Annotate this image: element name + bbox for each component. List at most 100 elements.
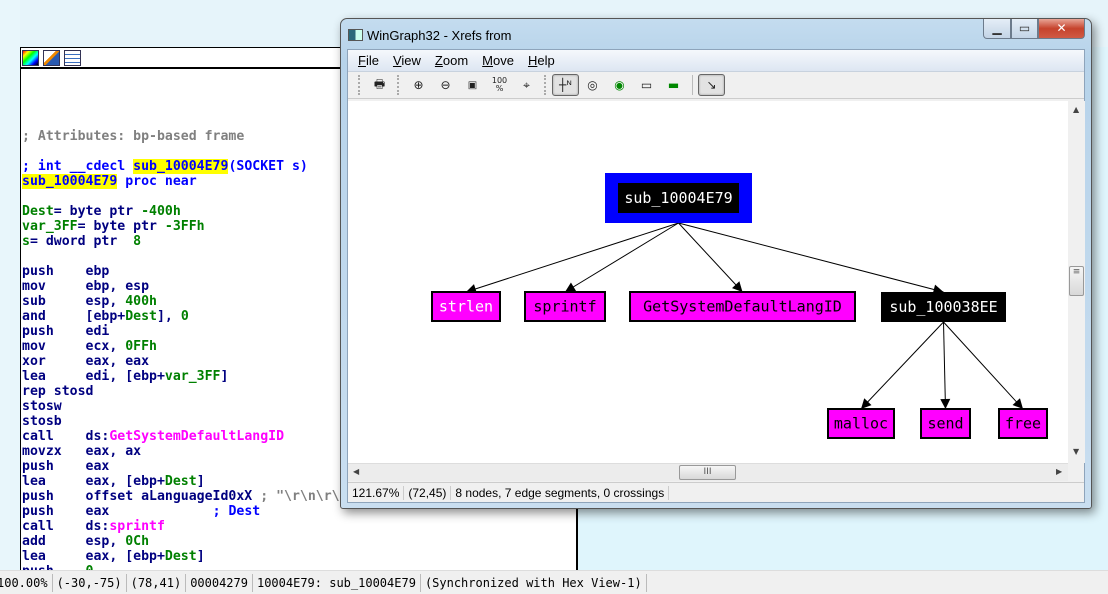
desktop-background-left	[0, 0, 20, 570]
status-cursor-coords: (78,41)	[127, 573, 187, 592]
call-graph[interactable]: sub_10004E79strlen sprintf GetSystemDefaul…	[348, 101, 1068, 463]
code-token: rep stosd	[22, 384, 94, 399]
menu-file[interactable]: File	[352, 53, 387, 68]
menu-move[interactable]: Move	[476, 53, 522, 68]
graph-zoom-level: 121.67%	[348, 485, 405, 500]
status-file-offset: 00004279	[186, 573, 253, 592]
code-token: and [ebp+	[22, 309, 126, 324]
maximize-button[interactable]: ▭	[1011, 19, 1038, 39]
graph-edge	[678, 222, 743, 293]
code-token: ]	[196, 474, 205, 489]
printer-icon[interactable]: 🖶	[366, 74, 393, 96]
status-zoom: 100.00%	[0, 573, 53, 592]
graph-node-label: free	[1005, 415, 1041, 433]
menu-view-label: iew	[401, 53, 421, 68]
zoom-in-icon[interactable]: ⊕	[405, 74, 432, 96]
wingraph-window: WinGraph32 - Xrefs from ▁ ▭ ✕ File View …	[340, 18, 1092, 509]
menu-help-mnemonic: H	[527, 53, 538, 68]
code-token: var_3FF	[22, 219, 78, 234]
horizontal-scrollbar[interactable]: ◀ III ▶	[348, 463, 1068, 481]
code-token: add esp,	[22, 534, 126, 549]
graph-node-label: GetSystemDefaultLangID	[643, 298, 842, 316]
scroll-left-arrow[interactable]: ◀	[353, 467, 359, 476]
color-palette-icon[interactable]	[22, 50, 39, 66]
code-token: var_3FF	[164, 369, 221, 384]
status-sync: (Synchronized with Hex View-1)	[421, 573, 647, 592]
graph-node-label: sub_100038EE	[889, 298, 997, 316]
graph-edge	[564, 222, 679, 293]
code-token: push eax	[22, 459, 110, 474]
graph-view-icon[interactable]	[64, 50, 81, 66]
code-token: s	[22, 234, 30, 249]
status-graph-coords: (-30,-75)	[53, 573, 127, 592]
code-token: mov ebp, esp	[22, 279, 150, 294]
menu-move-mnemonic: M	[482, 53, 494, 68]
toolbar-grip[interactable]	[544, 75, 548, 95]
edit-pencil-icon[interactable]	[43, 50, 60, 66]
menu-zoom[interactable]: Zoom	[429, 53, 476, 68]
code-token: mov ecx,	[22, 339, 126, 354]
zoom-100-icon[interactable]: 100 %	[486, 74, 513, 96]
fish-eye-green-icon[interactable]: ◉	[606, 74, 633, 96]
menu-view[interactable]: View	[387, 53, 429, 68]
edge-arrowhead	[565, 282, 577, 292]
scroll-down-arrow[interactable]: ▼	[1073, 447, 1079, 456]
code-token: 8	[133, 234, 142, 249]
code-token: proc near	[117, 174, 197, 189]
zoom-out-icon[interactable]: ⊖	[432, 74, 459, 96]
menu-bar: File View Zoom Move Help	[348, 50, 1084, 72]
graph-node-label: strlen	[439, 298, 493, 316]
follow-edge-icon[interactable]: ↘	[698, 74, 725, 96]
code-token: call ds:	[22, 519, 110, 534]
fish-eye-flat-green-icon[interactable]: ▬	[660, 74, 687, 96]
code-token: call ds:	[22, 429, 110, 444]
center-icon[interactable]: ⌖	[513, 74, 540, 96]
horizontal-scroll-thumb[interactable]: III	[679, 465, 736, 480]
graph-node-label: sprintf	[533, 298, 596, 316]
close-button[interactable]: ✕	[1038, 19, 1085, 39]
code-token: Dest	[164, 474, 197, 489]
scroll-right-arrow[interactable]: ▶	[1056, 467, 1062, 476]
minimize-button[interactable]: ▁	[983, 19, 1011, 39]
code-token: ],	[156, 309, 181, 324]
fish-eye-flat-icon[interactable]: ▭	[633, 74, 660, 96]
code-token: ]	[196, 549, 205, 564]
code-token: Dest	[22, 204, 54, 219]
menu-help[interactable]: Help	[522, 53, 563, 68]
code-token: -3FFh	[164, 219, 205, 234]
graph-canvas[interactable]: sub_10004E79 strlen sprintf GetSystemDefaul…	[348, 101, 1068, 463]
fish-eye-icon[interactable]: ◎	[579, 74, 606, 96]
code-token: lea eax, [ebp+	[22, 549, 165, 564]
fit-window-icon[interactable]: ▣	[459, 74, 486, 96]
menu-file-label: ile	[365, 53, 379, 68]
vertical-scrollbar[interactable]: ▲ ≡ ▼	[1068, 101, 1085, 463]
code-token: 0	[180, 309, 189, 324]
graph-node-label: send	[927, 415, 963, 433]
status-address: 10004E79: sub_10004E79	[253, 573, 421, 592]
code-line[interactable]: add esp, 0Ch	[22, 534, 538, 549]
graph-node-label: malloc	[834, 415, 888, 433]
code-token: push edi	[22, 324, 110, 339]
comment: ; Attributes: bp-based frame	[22, 129, 245, 144]
ida-status-bar: 100.00% (-30,-75) (78,41) 00004279 10004…	[0, 570, 1108, 594]
menu-move-label: ove	[493, 53, 514, 68]
toolbar-grip[interactable]	[397, 75, 401, 95]
menu-zoom-mnemonic: Z	[434, 53, 443, 68]
graph-edge	[943, 321, 946, 410]
code-token: push eax	[22, 504, 213, 519]
code-line[interactable]: lea eax, [ebp+Dest]	[22, 549, 538, 564]
code-token: sub esp,	[22, 294, 126, 309]
menu-file-mnemonic: F	[358, 53, 366, 68]
highlighted-symbol: sub_10004E79	[22, 174, 118, 189]
toolbar-grip[interactable]	[358, 75, 362, 95]
vertical-scroll-thumb[interactable]: ≡	[1069, 266, 1084, 296]
graph-edge	[860, 321, 944, 410]
scroll-up-arrow[interactable]: ▲	[1073, 105, 1079, 114]
edge-arrowhead	[940, 398, 951, 409]
app-icon[interactable]	[348, 29, 363, 41]
code-token: Dest	[125, 309, 157, 324]
toolbar-separator	[692, 75, 693, 95]
north-icon[interactable]: ┼ᴺ	[552, 74, 579, 96]
code-line[interactable]: call ds:sprintf	[22, 519, 538, 534]
highlighted-symbol: sub_10004E79	[133, 159, 229, 174]
